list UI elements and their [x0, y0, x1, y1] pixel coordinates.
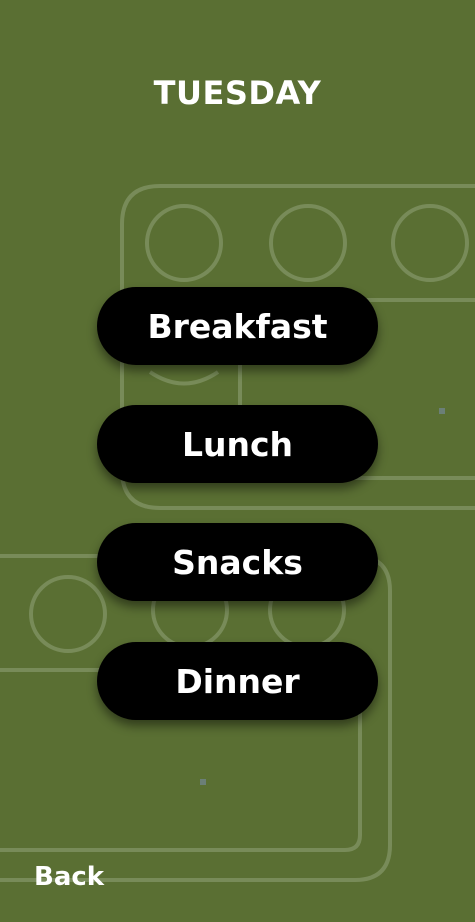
dinner-button[interactable]: Dinner	[97, 642, 378, 720]
upper-burner-1	[145, 204, 223, 282]
lunch-button[interactable]: Lunch	[97, 405, 378, 483]
upper-burner-2	[269, 204, 347, 282]
page-title: TUESDAY	[153, 74, 322, 112]
back-button[interactable]: Back	[34, 862, 104, 892]
breakfast-button[interactable]: Breakfast	[97, 287, 378, 365]
lower-burner-1	[29, 575, 107, 653]
snacks-button[interactable]: Snacks	[97, 523, 378, 601]
upper-burner-3	[391, 204, 469, 282]
knob-dot-2	[200, 779, 206, 785]
knob-dot-1	[439, 408, 445, 414]
upper-burner-4-arc	[148, 370, 220, 386]
